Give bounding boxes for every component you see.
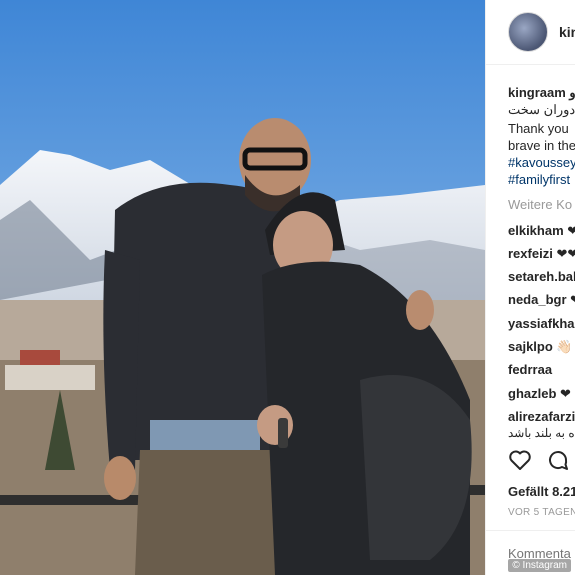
comment-username[interactable]: sajklpo: [508, 339, 553, 354]
comment-item: elkikham ❤: [508, 223, 575, 239]
comment-item: setareh.bah: [508, 269, 575, 284]
post-timestamp: VOR 5 TAGEN: [508, 507, 575, 518]
comment-text: ❤: [570, 292, 575, 307]
caption-line-3: Thank you: [508, 121, 569, 136]
post-photo[interactable]: [0, 0, 485, 575]
instagram-watermark: © Instagram: [508, 559, 571, 572]
comment-item: neda_bgr ❤: [508, 292, 575, 308]
comment-item: alirezafarzi: [508, 409, 575, 424]
comment-item: fedrraa: [508, 362, 552, 377]
post-sidebar: kingraam kingraam و ن دوران سخت Thank yo…: [485, 0, 575, 575]
comment-item: rexfeizi ❤❤: [508, 246, 575, 262]
comment-username[interactable]: yassiafkhar: [508, 316, 575, 331]
avatar[interactable]: [508, 12, 548, 52]
caption-line-2: ن دوران سخت: [508, 102, 575, 117]
header-username[interactable]: kingraam: [559, 24, 575, 40]
comment-username[interactable]: ghazleb: [508, 386, 556, 401]
caption-line-4: brave in the: [508, 138, 575, 153]
hashtag-link-1[interactable]: #kavoussey: [508, 154, 575, 171]
comment-text: ❤❤: [556, 246, 575, 261]
comment-item: ghazleb ❤: [508, 386, 571, 402]
comment-text: ❤: [560, 386, 571, 401]
comment-icon[interactable]: [546, 448, 570, 477]
hashtag-link-2[interactable]: #familyfirst: [508, 171, 570, 188]
comment-text: ❤: [567, 223, 575, 238]
comment-username[interactable]: elkikham: [508, 223, 564, 238]
divider: [486, 530, 575, 531]
comment-item: ه به بلند باشد: [508, 426, 575, 440]
photo-scene: [0, 0, 485, 575]
comment-username[interactable]: fedrraa: [508, 362, 552, 377]
comment-username[interactable]: rexfeizi: [508, 246, 553, 261]
post-header: kingraam: [486, 0, 575, 65]
comment-username[interactable]: neda_bgr: [508, 292, 567, 307]
comment-item: sajklpo 👋🏻: [508, 339, 573, 355]
comment-text: ه به بلند باشد: [508, 426, 575, 440]
caption-username[interactable]: kingraam و: [508, 85, 575, 100]
more-comments-button[interactable]: Weitere Ko: [508, 197, 572, 212]
comment-item: yassiafkhar: [508, 316, 575, 331]
comment-username[interactable]: setareh.bah: [508, 269, 575, 284]
comment-text: 👋🏻: [556, 339, 573, 354]
caption-line-1: kingraam و: [508, 84, 575, 101]
heart-icon[interactable]: [508, 448, 532, 477]
comment-username[interactable]: alirezafarzi: [508, 409, 575, 424]
likes-count[interactable]: Gefällt 8.21: [508, 484, 575, 499]
